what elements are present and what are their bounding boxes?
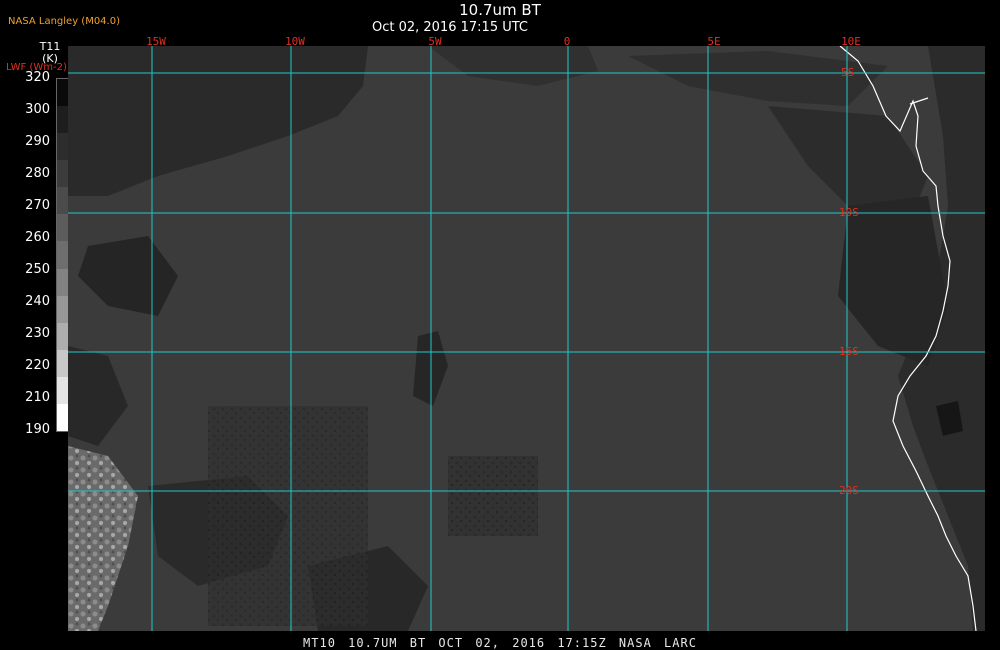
colorbar-tick: 190 [25, 422, 50, 437]
colorbar-tick: 240 [25, 294, 50, 309]
image-timestamp: Oct 02, 2016 17:15 UTC [372, 20, 528, 35]
colorbar-tick: 300 [25, 102, 50, 117]
satellite-image-panel[interactable] [68, 46, 985, 631]
colorbar-tick: 290 [25, 134, 50, 149]
colorbar-tick: 210 [25, 390, 50, 405]
colorbar-tick: 320 [25, 70, 50, 85]
lat-label-20s: 20S [839, 484, 859, 497]
lat-label-5s: 5S [841, 66, 855, 79]
image-title: 10.7um BT [459, 1, 541, 19]
footer-caption: MT10 10.7UM BT OCT 02, 2016 17:15Z NASA … [303, 636, 697, 650]
colorbar-tick: 280 [25, 166, 50, 181]
lat-label-10s: 10S [839, 206, 859, 219]
colorbar-tick: 220 [25, 358, 50, 373]
colorbar-tick: 260 [25, 230, 50, 245]
lat-label-15s: 15S [839, 345, 859, 358]
colorbar-tick: 230 [25, 326, 50, 341]
colorbar-tick: 270 [25, 198, 50, 213]
satellite-imagery [68, 46, 985, 631]
colorbar-tick: 250 [25, 262, 50, 277]
